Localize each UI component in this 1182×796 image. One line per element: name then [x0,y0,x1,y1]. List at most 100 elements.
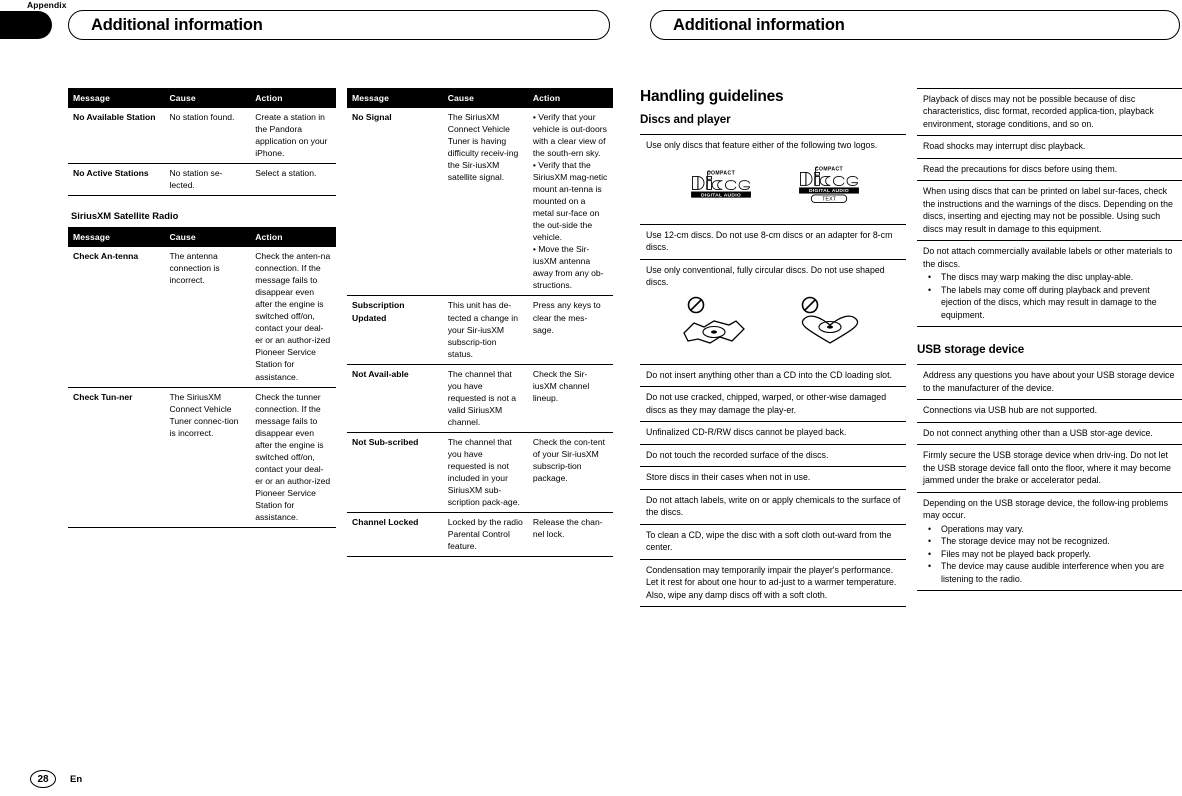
page-number: 28 [30,770,56,788]
rule-item: Use only discs that feature either of th… [640,135,906,225]
rule-text: Read the precautions for discs before us… [923,163,1118,174]
table-row: Channel Locked Locked by the radio Paren… [347,512,613,558]
svg-text:COMPACT: COMPACT [815,167,844,173]
rule-text: To clean a CD, wipe the disc with a soft… [646,529,892,553]
rule-item: Do not insert anything other than a CD i… [640,365,906,388]
bullet-item: The discs may warp making the disc unpla… [928,271,1181,284]
table-header-row: Message Cause Action [347,88,613,108]
page-header-right: Additional information [650,10,1180,40]
rule-item: Do not connect anything other than a USB… [917,423,1182,446]
column-1: Message Cause Action No Available Statio… [68,88,336,528]
column-2: Message Cause Action No Signal The Siriu… [347,88,613,558]
col-header-message: Message [347,88,443,108]
svg-text:DIGITAL AUDIO: DIGITAL AUDIO [809,189,849,195]
cell-cause: The channel that you have requested is n… [442,432,528,513]
discs-and-player-subtitle: Discs and player [640,113,731,126]
cell-message: Check Tun-ner [68,387,165,528]
rule-text: Store discs in their cases when not in u… [646,472,811,483]
rule-item: Address any questions you have about you… [917,365,1182,401]
col-header-cause: Cause [442,88,528,108]
siriusxm-message-table-continued: Message Cause Action No Signal The Siriu… [347,88,613,558]
usb-storage-rule-list: Address any questions you have about you… [917,364,1182,592]
page-title-left: Additional information [91,15,263,34]
rule-item: Road shocks may interrupt disc playback. [917,136,1182,159]
cell-action: Release the chan-nel lock. [527,512,613,558]
rule-text: Firmly secure the USB storage device whe… [923,450,1171,486]
bullet-item: The storage device may not be recognized… [928,535,1181,548]
rule-text: Use only discs that feature either of th… [646,140,878,150]
col-header-cause: Cause [164,227,251,248]
rule-item: Do not use cracked, chipped, warped, or … [640,387,906,423]
svg-text:TEXT: TEXT [822,197,837,203]
cell-cause: The antenna connection is incorrect. [164,247,251,388]
rule-item: To clean a CD, wipe the disc with a soft… [640,525,906,560]
svg-text:COMPACT: COMPACT [707,171,736,177]
table-row: Check An-tenna The antenna connection is… [68,247,336,388]
language-code: En [70,773,83,785]
cell-message: Not Avail-able [347,364,443,433]
cell-action: Check the con-tent of your Sir-iusXM sub… [527,432,613,513]
svg-text:DIGITAL AUDIO: DIGITAL AUDIO [701,193,741,199]
rule-item: Unfinalized CD-R/RW discs cannot be play… [640,422,906,445]
appendix-tab-marker [0,11,52,39]
rule-text: Unfinalized CD-R/RW discs cannot be play… [646,427,847,438]
siriusxm-message-table: Message Cause Action Check An-tenna The … [68,227,336,528]
col-header-action: Action [250,227,336,248]
rule-item: Use only conventional, fully circular di… [640,260,906,365]
rule-text: Do not insert anything other than a CD i… [646,369,892,380]
col-header-message: Message [68,88,165,108]
usb-storage-device-title: USB storage device [917,343,1025,357]
rule-item: Do not attach commercially available lab… [917,241,1182,328]
no-irregular-shaped-disc-icon [683,296,745,344]
rule-item: Store discs in their cases when not in u… [640,467,906,490]
handling-guidelines-title: Handling guidelines [640,88,784,105]
cell-cause: No station found. [164,108,251,165]
column-4: Playback of discs may not be possible be… [917,88,1182,592]
no-heart-shaped-disc-icon [801,296,859,344]
bullet-item: Operations may vary. [928,523,1181,536]
rule-text: When using discs that can be printed on … [923,186,1173,234]
table-row: No Active Stations No station se-lected.… [68,163,336,197]
bullet-item: The device may cause audible interferenc… [928,560,1181,585]
page-header-left: Additional information [68,10,610,40]
cell-message: Channel Locked [347,512,443,558]
cell-action: Press any keys to clear the mes-sage. [527,295,613,365]
cell-message: No Active Stations [68,163,165,197]
cell-message: Check An-tenna [68,247,165,388]
rule-text: Depending on the USB storage device, the… [923,497,1168,521]
rule-item: Use 12-cm discs. Do not use 8-cm discs o… [640,225,906,260]
rule-text: Use 12-cm discs. Do not use 8-cm discs o… [646,229,893,253]
rule-item: Condensation may temporarily impair the … [640,560,906,608]
rule-text: Do not attach labels, write on or apply … [646,494,901,518]
shaped-disc-illustration-row [646,289,904,359]
table-header-row: Message Cause Action [68,227,336,248]
compact-disc-digital-audio-logo: COMPACT DIGITAL AUDIO [691,171,751,199]
appendix-label: Appendix [27,0,67,10]
table-header-row: Message Cause Action [68,88,336,108]
rule-text: Condensation may temporarily impair the … [646,564,897,600]
col-header-action: Action [250,88,336,108]
cell-action: Check the anten-na connection. If the me… [250,247,336,388]
rule-item: Playback of discs may not be possible be… [917,89,1182,137]
rule-text: Use only conventional, fully circular di… [646,264,885,288]
pandora-message-table: Message Cause Action No Available Statio… [68,88,336,197]
discs-continued-rule-list: Playback of discs may not be possible be… [917,88,1182,328]
table-row: No Signal The SiriusXM Connect Vehicle T… [347,108,613,297]
bullet-item: The labels may come off during playback … [928,284,1181,321]
rule-text: Connections via USB hub are not supporte… [923,405,1098,416]
rule-bullet-list: The discs may warp making the disc unpla… [923,271,1181,321]
rule-item: Depending on the USB storage device, the… [917,493,1182,592]
rule-bullet-list: Operations may vary. The storage device … [923,523,1181,585]
rule-text: Do not attach commercially available lab… [923,246,1173,269]
rule-text: Do not connect anything other than a USB… [923,427,1153,438]
siriusxm-satellite-radio-heading: SiriusXM Satellite Radio [71,210,179,222]
col-header-message: Message [68,227,165,248]
cell-cause: This unit has de-tected a change in your… [442,295,528,365]
rule-item: Do not attach labels, write on or apply … [640,490,906,525]
cell-action: Check the Sir-iusXM channel lineup. [527,364,613,433]
column-3: Handling guidelines Discs and player Use… [640,88,906,608]
cell-cause: The SiriusXM Connect Vehicle Tuner conne… [164,387,251,528]
table-row: Not Sub-scribed The channel that you hav… [347,432,613,513]
col-header-cause: Cause [164,88,251,108]
cell-cause: No station se-lected. [164,163,251,197]
